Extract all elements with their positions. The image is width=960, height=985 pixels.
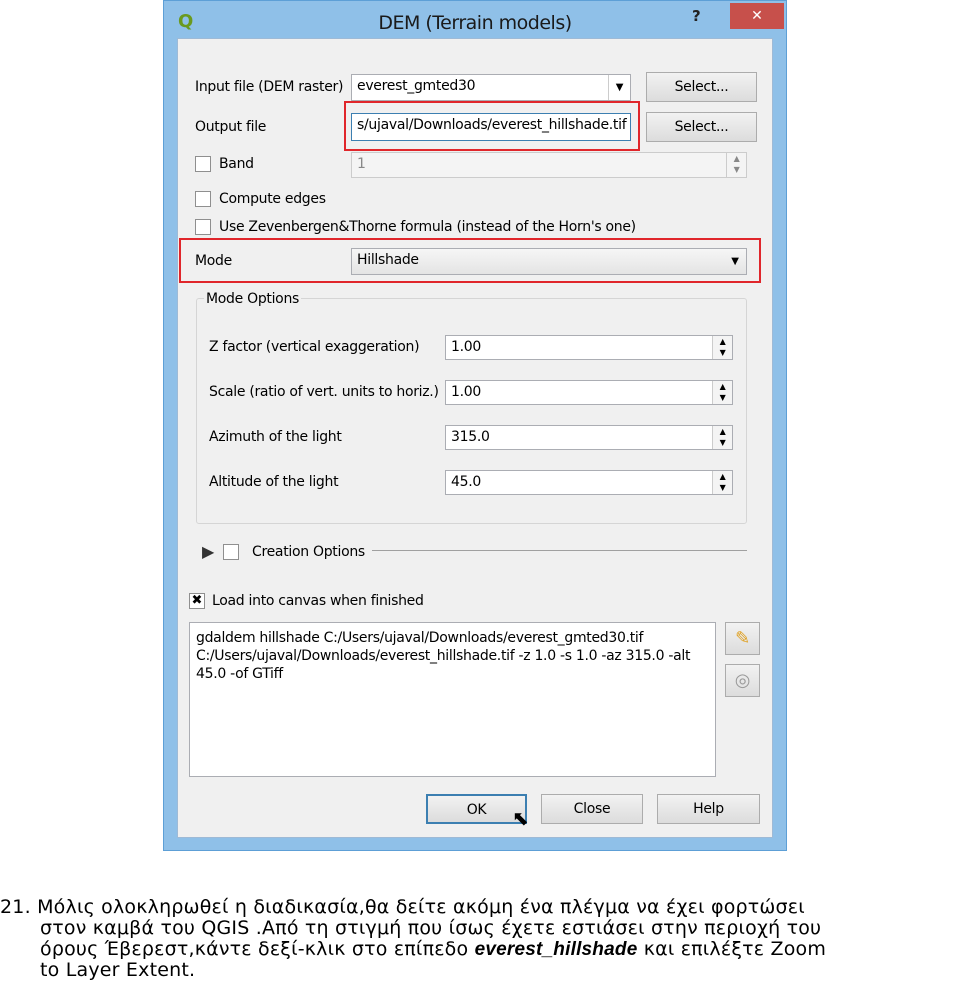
load-canvas-checkbox[interactable]: ✖: [189, 593, 205, 609]
azimuth-spinbox[interactable]: 315.0 ▲ ▼: [445, 425, 733, 450]
paragraph-line-1: 21. Μόλις ολοκληρωθεί η διαδικασία,θα δε…: [0, 897, 805, 918]
spin-arrows-icon[interactable]: ▲ ▼: [712, 471, 732, 494]
creation-options-label: Creation Options: [252, 544, 365, 560]
paragraph-line-2: στον καμβά του QGIS .Από τη στιγμή που ί…: [40, 917, 822, 939]
output-label: Output file: [195, 119, 267, 135]
help-button[interactable]: Help: [657, 794, 760, 824]
altitude-label: Altitude of the light: [209, 474, 339, 490]
expand-triangle-icon[interactable]: ▶: [202, 542, 214, 561]
scale-spinbox[interactable]: 1.00 ▲ ▼: [445, 380, 733, 405]
input-value: everest_gmted30: [357, 78, 476, 94]
text-line: όρους Έβερεστ,κάντε δεξί-κλικ στο επίπεδ…: [40, 938, 475, 960]
creation-options-checkbox[interactable]: [223, 544, 239, 560]
zevenbergen-checkbox[interactable]: [195, 219, 211, 235]
spin-arrows-icon[interactable]: ▲ ▼: [712, 381, 732, 404]
band-spinbox[interactable]: 1 ▲ ▼: [351, 152, 747, 178]
highlight-mode: [179, 238, 761, 283]
compute-edges-label: Compute edges: [219, 191, 326, 207]
close-dialog-button[interactable]: Close: [541, 794, 643, 824]
select-output-button[interactable]: Select...: [646, 112, 757, 142]
azimuth-value: 315.0: [451, 429, 490, 445]
load-canvas-label: Load into canvas when finished: [212, 593, 424, 609]
zfactor-label: Z factor (vertical exaggeration): [209, 339, 420, 355]
reset-icon[interactable]: ◎: [725, 664, 760, 697]
zfactor-value: 1.00: [451, 339, 481, 355]
spin-arrows-icon[interactable]: ▲ ▼: [712, 336, 732, 359]
text-line: και επιλέξτε Zoom: [637, 938, 827, 960]
scale-label: Scale (ratio of vert. units to horiz.): [209, 384, 439, 400]
paragraph-line-4: to Layer Extent.: [40, 959, 196, 981]
cursor-icon: ⬉: [512, 806, 529, 830]
select-input-button[interactable]: Select...: [646, 72, 757, 102]
band-value: 1: [357, 156, 366, 172]
command-textarea[interactable]: gdaldem hillshade C:/Users/ujaval/Downlo…: [189, 622, 716, 777]
chevron-down-icon[interactable]: ▼: [608, 75, 630, 100]
azimuth-label: Azimuth of the light: [209, 429, 342, 445]
highlight-output: [344, 101, 640, 151]
zfactor-spinbox[interactable]: 1.00 ▲ ▼: [445, 335, 733, 360]
compute-edges-checkbox[interactable]: [195, 191, 211, 207]
scale-value: 1.00: [451, 384, 481, 400]
band-checkbox[interactable]: [195, 156, 211, 172]
zevenbergen-label: Use Zevenbergen&Thorne formula (instead …: [219, 219, 636, 235]
divider: [372, 550, 747, 551]
edit-pencil-icon[interactable]: ✎: [725, 622, 760, 655]
layer-name: everest_hillshade: [474, 939, 638, 960]
band-label: Band: [219, 156, 254, 172]
altitude-spinbox[interactable]: 45.0 ▲ ▼: [445, 470, 733, 495]
input-combo[interactable]: everest_gmted30 ▼: [351, 74, 631, 101]
text-line: Μόλις ολοκληρωθεί η διαδικασία,θα δείτε …: [37, 896, 805, 918]
altitude-value: 45.0: [451, 474, 481, 490]
paragraph-line-3: όρους Έβερεστ,κάντε δεξί-κλικ στο επίπεδ…: [40, 938, 827, 961]
spin-arrows-icon[interactable]: ▲ ▼: [726, 153, 746, 177]
input-label: Input file (DEM raster): [195, 79, 344, 95]
mode-options-title: Mode Options: [204, 291, 302, 307]
help-icon[interactable]: ?: [692, 7, 701, 25]
list-number: 21.: [0, 896, 31, 918]
spin-arrows-icon[interactable]: ▲ ▼: [712, 426, 732, 449]
close-button[interactable]: ✕: [730, 3, 784, 29]
